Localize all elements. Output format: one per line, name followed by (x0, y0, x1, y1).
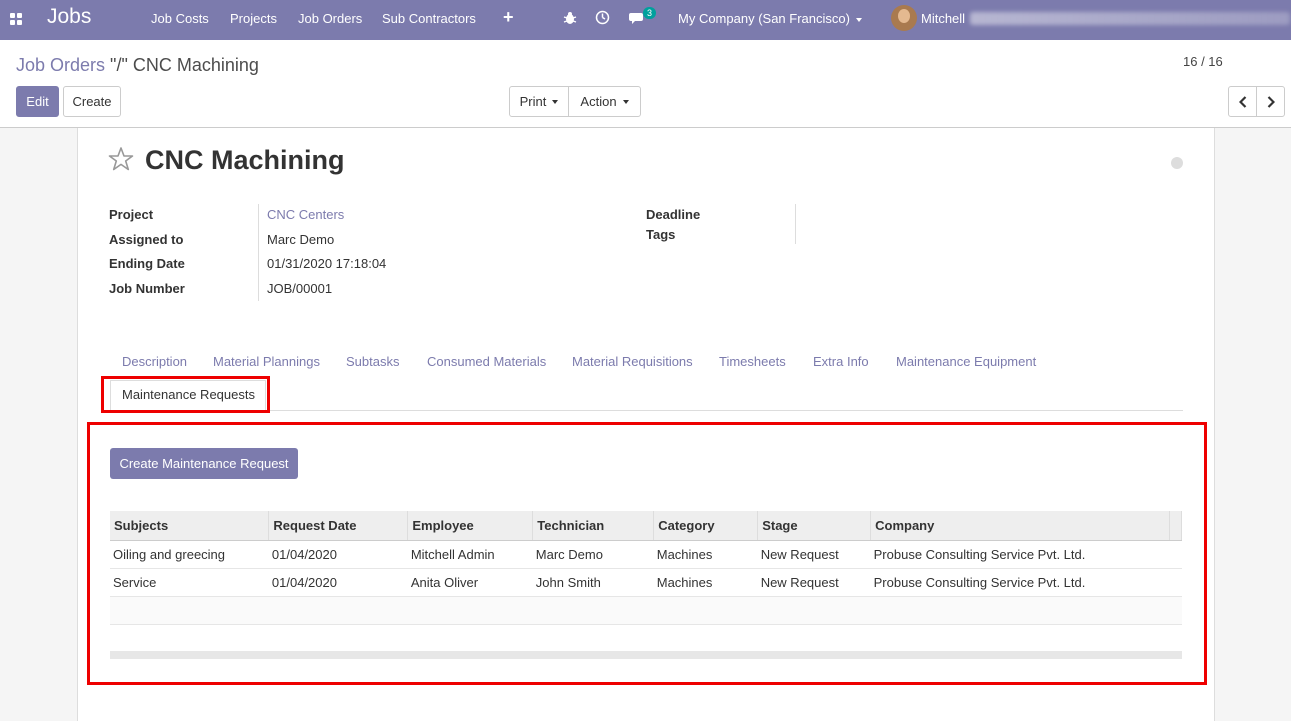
table-header-row: Subjects Request Date Employee Technicia… (110, 511, 1183, 541)
tab-timesheets[interactable]: Timesheets (719, 354, 786, 369)
menu-job-costs[interactable]: Job Costs (151, 11, 209, 26)
cell-stage: New Request (757, 540, 871, 569)
chevron-left-icon (1238, 95, 1246, 108)
highlight-box-tab (101, 376, 270, 413)
chevron-down-icon (552, 99, 559, 104)
field-label-deadline: Deadline (646, 207, 701, 222)
field-value-job-number[interactable]: JOB/00001 (267, 281, 332, 296)
field-value-assigned-to[interactable]: Marc Demo (267, 232, 334, 247)
tab-maintenance-equipment[interactable]: Maintenance Equipment (896, 354, 1036, 369)
cell-category: Machines (653, 540, 758, 569)
field-divider (258, 204, 259, 301)
table-row[interactable]: Oiling and greecing 01/04/2020 Mitchell … (110, 540, 1182, 569)
field-value-project[interactable]: CNC Centers (267, 207, 344, 222)
tabs-baseline (110, 410, 1183, 411)
field-label-job-number: Job Number (109, 281, 185, 296)
empty-table-row (110, 596, 1182, 625)
print-button[interactable]: Print (509, 86, 569, 117)
star-icon[interactable] (108, 146, 134, 172)
column-header-company[interactable]: Company (870, 511, 1170, 541)
edit-button[interactable]: Edit (16, 86, 59, 117)
cell-spacer (1169, 568, 1182, 597)
company-name: My Company (San Francisco) (678, 11, 850, 26)
empty-table-row (110, 624, 1182, 652)
column-header-employee[interactable]: Employee (407, 511, 534, 541)
print-label: Print (519, 94, 547, 109)
cell-company: Probuse Consulting Service Pvt. Ltd. (870, 568, 1170, 597)
company-switcher[interactable]: My Company (San Francisco) (678, 11, 862, 26)
cell-subject: Oiling and greecing (110, 540, 269, 569)
cell-request-date: 01/04/2020 (268, 568, 408, 597)
apps-menu-icon[interactable] (10, 13, 22, 25)
tab-subtasks[interactable]: Subtasks (346, 354, 399, 369)
breadcrumb-separator: "/" (105, 55, 133, 75)
action-label: Action (580, 94, 617, 109)
maintenance-requests-table: Subjects Request Date Employee Technicia… (110, 511, 1183, 652)
chevron-down-icon (855, 17, 862, 22)
clock-icon[interactable] (595, 10, 610, 25)
column-header-category[interactable]: Category (653, 511, 759, 541)
blurred-region (970, 12, 1290, 25)
field-label-tags: Tags (646, 227, 676, 242)
cell-request-date: 01/04/2020 (268, 540, 408, 569)
field-label-ending-date: Ending Date (109, 256, 185, 271)
cell-technician: Marc Demo (532, 540, 654, 569)
breadcrumb-parent[interactable]: Job Orders (16, 55, 105, 75)
cell-spacer (1169, 540, 1182, 569)
tab-extra-info[interactable]: Extra Info (813, 354, 869, 369)
column-header-technician[interactable]: Technician (532, 511, 655, 541)
tab-material-requisitions[interactable]: Material Requisitions (572, 354, 693, 369)
pager-previous-button[interactable] (1228, 86, 1257, 117)
tab-material-plannings[interactable]: Material Plannings (213, 354, 320, 369)
user-name[interactable]: Mitchell (921, 11, 965, 26)
record-title[interactable]: CNC Machining (145, 145, 345, 176)
cell-stage: New Request (757, 568, 871, 597)
cell-category: Machines (653, 568, 758, 597)
column-header-spacer (1169, 511, 1183, 541)
field-label-project: Project (109, 207, 154, 222)
quick-create-icon[interactable]: + (503, 7, 514, 28)
cell-company: Probuse Consulting Service Pvt. Ltd. (870, 540, 1170, 569)
cell-employee: Anita Oliver (407, 568, 533, 597)
field-value-ending-date[interactable]: 01/31/2020 17:18:04 (267, 256, 386, 271)
chevron-down-icon (622, 99, 629, 104)
chat-count-badge: 3 (643, 7, 657, 19)
create-button[interactable]: Create (63, 86, 121, 117)
field-label-assigned-to: Assigned to (109, 232, 184, 247)
chevron-right-icon (1267, 95, 1275, 108)
menu-projects[interactable]: Projects (230, 11, 277, 26)
column-header-stage[interactable]: Stage (757, 511, 872, 541)
create-maintenance-request-button[interactable]: Create Maintenance Request (110, 448, 298, 479)
pager-next-button[interactable] (1256, 86, 1285, 117)
tab-consumed-materials[interactable]: Consumed Materials (427, 354, 546, 369)
control-panel: Job Orders "/" CNC Machining (0, 40, 1291, 128)
status-indicator[interactable] (1171, 157, 1183, 169)
column-header-request-date[interactable]: Request Date (268, 511, 409, 541)
table-row[interactable]: Service 01/04/2020 Anita Oliver John Smi… (110, 568, 1182, 597)
top-navbar: Jobs Job Costs Projects Job Orders Sub C… (0, 0, 1291, 40)
action-button[interactable]: Action (568, 86, 641, 117)
cell-technician: John Smith (532, 568, 654, 597)
cell-subject: Service (110, 568, 269, 597)
table-footer (110, 651, 1182, 659)
avatar[interactable] (891, 5, 917, 31)
tab-description[interactable]: Description (122, 354, 187, 369)
app-brand[interactable]: Jobs (47, 5, 91, 29)
menu-job-orders[interactable]: Job Orders (298, 11, 362, 26)
pager-value[interactable]: 16 / 16 (1183, 54, 1223, 69)
breadcrumb: Job Orders "/" CNC Machining (16, 55, 259, 76)
menu-sub-contractors[interactable]: Sub Contractors (382, 11, 476, 26)
breadcrumb-current: CNC Machining (132, 55, 259, 75)
field-divider (795, 204, 796, 244)
cell-employee: Mitchell Admin (407, 540, 533, 569)
column-header-subjects[interactable]: Subjects (110, 511, 270, 541)
bug-icon[interactable] (563, 11, 577, 25)
